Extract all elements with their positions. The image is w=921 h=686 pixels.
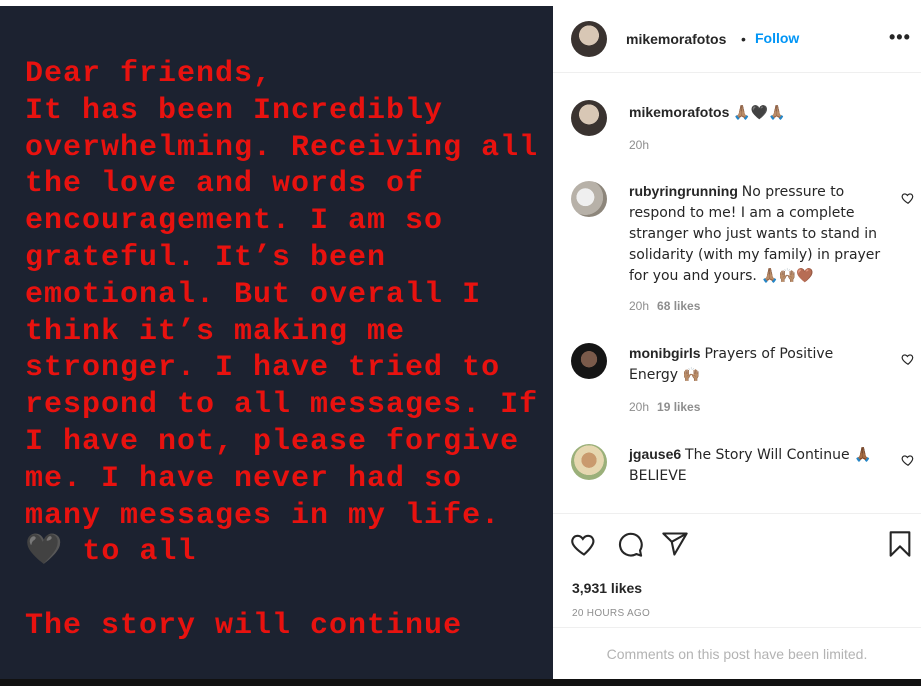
- comment-username[interactable]: rubyringrunning: [629, 183, 738, 199]
- avatar[interactable]: [571, 100, 607, 136]
- comment-body: No pressure to respond to me! I am a com…: [629, 184, 881, 284]
- comment-meta: 20h 68 likes: [629, 299, 700, 313]
- bookmark-icon[interactable]: [886, 530, 914, 558]
- avatar[interactable]: [571, 21, 607, 57]
- heart-icon[interactable]: [901, 352, 915, 366]
- heart-icon[interactable]: [901, 453, 915, 467]
- more-options-icon[interactable]: •••: [889, 27, 911, 48]
- comment-likes[interactable]: 19 likes: [657, 400, 700, 414]
- caption-text: mikemorafotos 🙏🏽🖤🙏🏽: [629, 102, 881, 123]
- post-image: Dear friends, It has been Incredibly ove…: [0, 6, 553, 679]
- comment-likes[interactable]: 68 likes: [657, 299, 700, 313]
- share-icon[interactable]: [661, 530, 689, 558]
- avatar[interactable]: [571, 181, 607, 217]
- post-side-panel: mikemorafotos • Follow ••• mikemorafotos…: [553, 6, 921, 679]
- heart-icon[interactable]: [570, 530, 598, 558]
- comment-meta: 20h 19 likes: [629, 400, 700, 414]
- post-header: mikemorafotos • Follow •••: [553, 6, 921, 73]
- avatar[interactable]: [571, 444, 607, 480]
- comments-list: mikemorafotos 🙏🏽🖤🙏🏽 20h rubyringrunning …: [553, 73, 921, 513]
- comment-username[interactable]: jgause6: [629, 446, 681, 462]
- caption-body: 🙏🏽🖤🙏🏽: [733, 105, 786, 121]
- comment-text: monibgirls Prayers of Positive Energy 🙌🏽: [629, 343, 881, 385]
- likes-count[interactable]: 3,931 likes: [572, 580, 642, 596]
- heart-icon[interactable]: [901, 191, 915, 205]
- comment-time[interactable]: 20h: [629, 299, 649, 313]
- comment-text: jgause6 The Story Will Continue 🙏🏾 BELIE…: [629, 444, 881, 486]
- post-timestamp[interactable]: 20 HOURS AGO: [572, 608, 650, 619]
- post-actions: 3,931 likes 20 HOURS AGO Comments on thi…: [553, 513, 921, 680]
- caption-username[interactable]: mikemorafotos: [629, 104, 729, 120]
- caption-time[interactable]: 20h: [629, 138, 649, 152]
- comment-icon[interactable]: [616, 530, 644, 558]
- comment-time[interactable]: 20h: [629, 400, 649, 414]
- comment-text: rubyringrunning No pressure to respond t…: [629, 181, 881, 286]
- avatar[interactable]: [571, 343, 607, 379]
- comments-limited-notice: Comments on this post have been limited.: [553, 627, 921, 681]
- header-username[interactable]: mikemorafotos: [626, 31, 726, 47]
- comment-username[interactable]: monibgirls: [629, 345, 701, 361]
- follow-button[interactable]: Follow: [755, 30, 799, 46]
- story-text: Dear friends, It has been Incredibly ove…: [25, 57, 539, 643]
- separator-dot: •: [741, 31, 746, 47]
- background-strip: [0, 679, 921, 686]
- caption-meta: 20h: [629, 138, 649, 152]
